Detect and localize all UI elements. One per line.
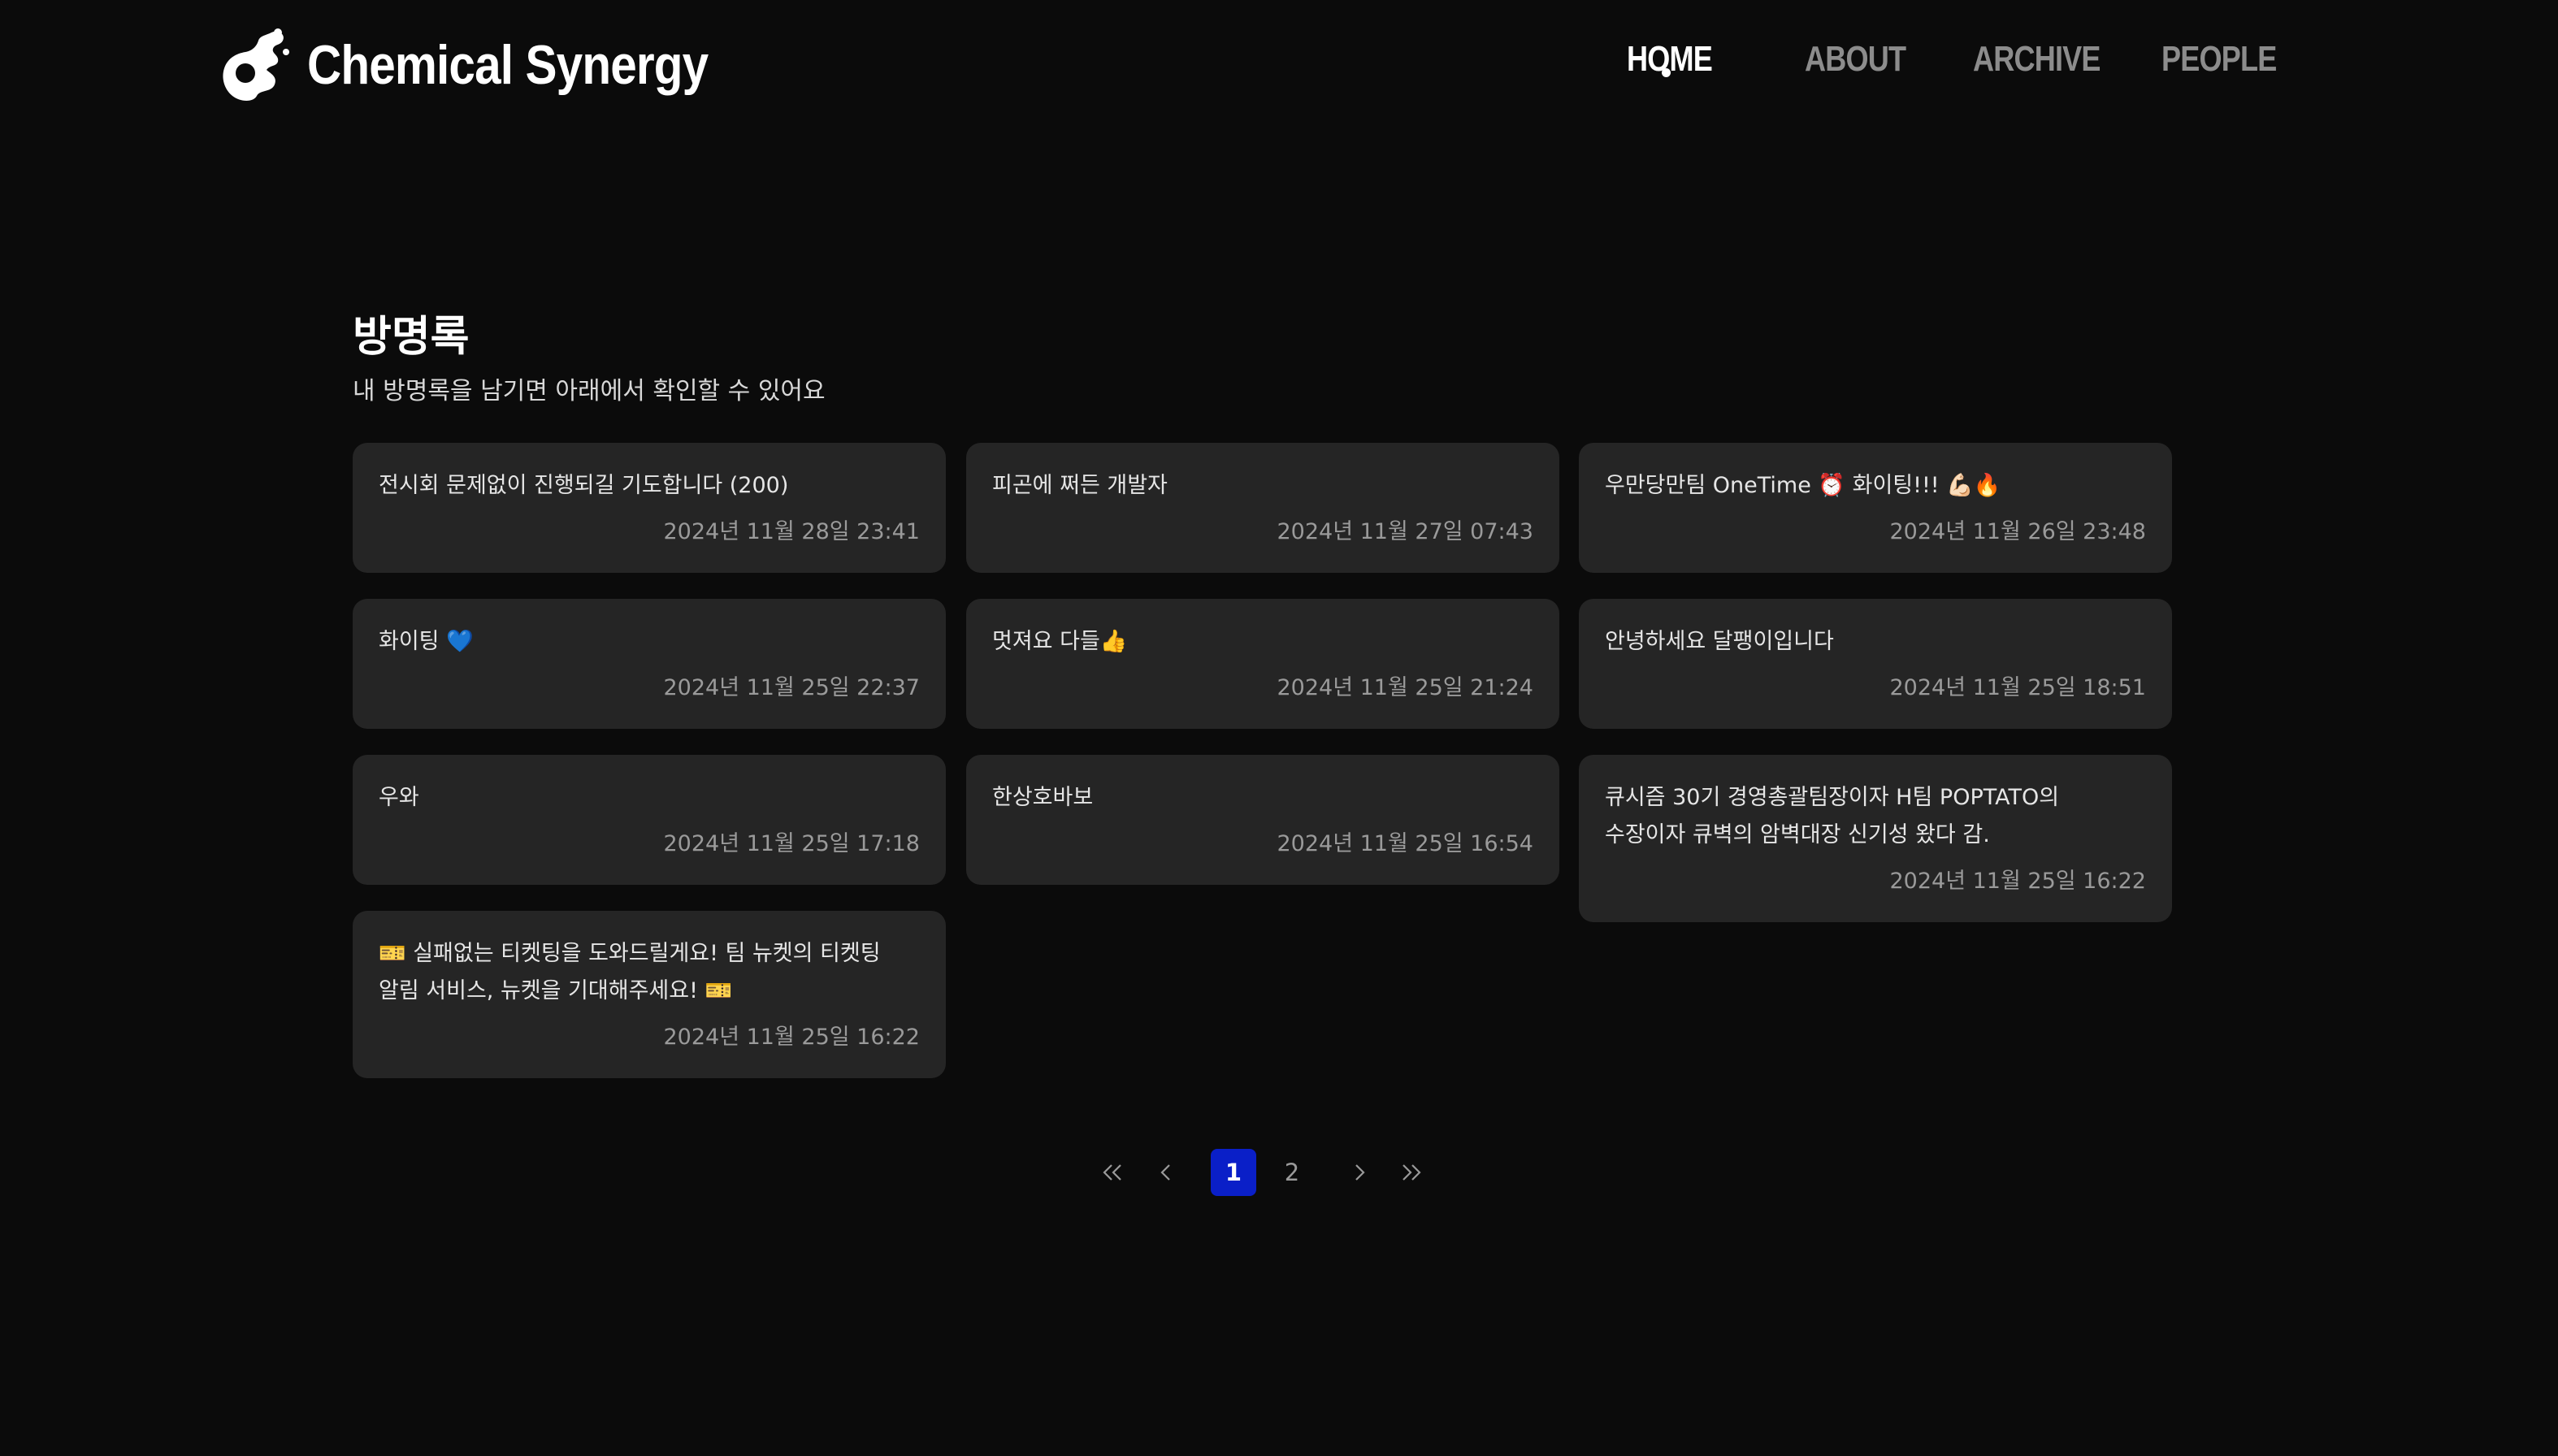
guestbook-card: 우만당만팀 OneTime ⏰ 화이팅!!! 💪🏻🔥 2024년 11월 26일…	[1579, 443, 2172, 573]
double-chevron-left-icon	[1103, 1164, 1121, 1181]
next-page-button[interactable]	[1346, 1149, 1373, 1196]
guestbook-message: 화이팅 💙	[379, 629, 474, 654]
chevron-right-icon	[1355, 1164, 1365, 1181]
guestbook-message: 멋져요 다들👍	[992, 629, 1128, 654]
first-page-button[interactable]	[1099, 1149, 1126, 1196]
guestbook-date: 2024년 11월 25일 16:54	[1277, 831, 1533, 856]
guestbook-message: 전시회 문제없이 진행되길 기도합니다 (200)	[379, 473, 789, 498]
guestbook-date: 2024년 11월 27일 07:43	[1277, 519, 1533, 544]
pagination: 1 2	[0, 1149, 2558, 1196]
guestbook-date: 2024년 11월 26일 23:48	[1889, 519, 2146, 544]
guestbook-title: 방명록	[353, 313, 470, 362]
guestbook-date: 2024년 11월 25일 21:24	[1277, 675, 1533, 700]
guestbook-card: 멋져요 다들👍 2024년 11월 25일 21:24	[966, 599, 1559, 729]
guestbook-card: 한상호바보 2024년 11월 25일 16:54	[966, 755, 1559, 885]
guestbook-date: 2024년 11월 25일 16:22	[1889, 869, 2146, 894]
guestbook-card: 화이팅 💙 2024년 11월 25일 22:37	[353, 599, 946, 729]
guestbook-message: 피곤에 쩌든 개발자	[992, 473, 1168, 498]
guestbook-card: 안녕하세요 달팽이입니다 2024년 11월 25일 18:51	[1579, 599, 2172, 729]
guestbook-date: 2024년 11월 25일 18:51	[1889, 675, 2146, 700]
prev-page-button[interactable]	[1152, 1149, 1180, 1196]
guestbook-card: 전시회 문제없이 진행되길 기도합니다 (200) 2024년 11월 28일 …	[353, 443, 946, 573]
site-header: Chemical Synergy HOME ABOUT ARCHIVE PEOP…	[0, 0, 2558, 130]
chevron-left-icon	[1160, 1164, 1170, 1181]
guestbook-subtitle: 내 방명록을 남기면 아래에서 확인할 수 있어요	[353, 377, 826, 405]
guestbook-date: 2024년 11월 25일 22:37	[663, 675, 920, 700]
guestbook-card: 🎫 실패없는 티켓팅을 도와드릴게요! 팀 뉴켓의 티켓팅 알림 서비스, 뉴켓…	[353, 911, 946, 1078]
guestbook-card: 큐시즘 30기 경영총괄팀장이자 H팀 POPTATO의 수장이자 큐벽의 암벽…	[1579, 755, 2172, 922]
nav-home[interactable]: HOME	[1627, 39, 1713, 80]
guestbook-date: 2024년 11월 25일 16:22	[663, 1025, 920, 1050]
guestbook-message: 안녕하세요 달팽이입니다	[1605, 629, 1834, 654]
guestbook-message: 큐시즘 30기 경영총괄팀장이자 H팀 POPTATO의 수장이자 큐벽의 암벽…	[1605, 785, 2060, 847]
nav-archive[interactable]: ARCHIVE	[1973, 39, 2101, 80]
page-button-2[interactable]: 2	[1269, 1149, 1315, 1196]
guestbook-date: 2024년 11월 28일 23:41	[663, 519, 920, 544]
nav-people[interactable]: PEOPLE	[2161, 39, 2277, 80]
guestbook-card: 우와 2024년 11월 25일 17:18	[353, 755, 946, 885]
last-page-button[interactable]	[1398, 1149, 1425, 1196]
guestbook-message: 우와	[379, 785, 419, 810]
page-button-1[interactable]: 1	[1211, 1149, 1256, 1196]
guestbook-message: 우만당만팀 OneTime ⏰ 화이팅!!! 💪🏻🔥	[1605, 473, 2001, 498]
guestbook-date: 2024년 11월 25일 17:18	[663, 831, 920, 856]
double-chevron-right-icon	[1403, 1164, 1421, 1181]
guestbook-message: 🎫 실패없는 티켓팅을 도와드릴게요! 팀 뉴켓의 티켓팅 알림 서비스, 뉴켓…	[379, 941, 881, 1003]
nav-about[interactable]: ABOUT	[1805, 39, 1906, 80]
guestbook-card: 피곤에 쩌든 개발자 2024년 11월 27일 07:43	[966, 443, 1559, 573]
guestbook-message: 한상호바보	[992, 785, 1094, 810]
main-nav: HOME ABOUT ARCHIVE PEOPLE	[0, 39, 2558, 88]
